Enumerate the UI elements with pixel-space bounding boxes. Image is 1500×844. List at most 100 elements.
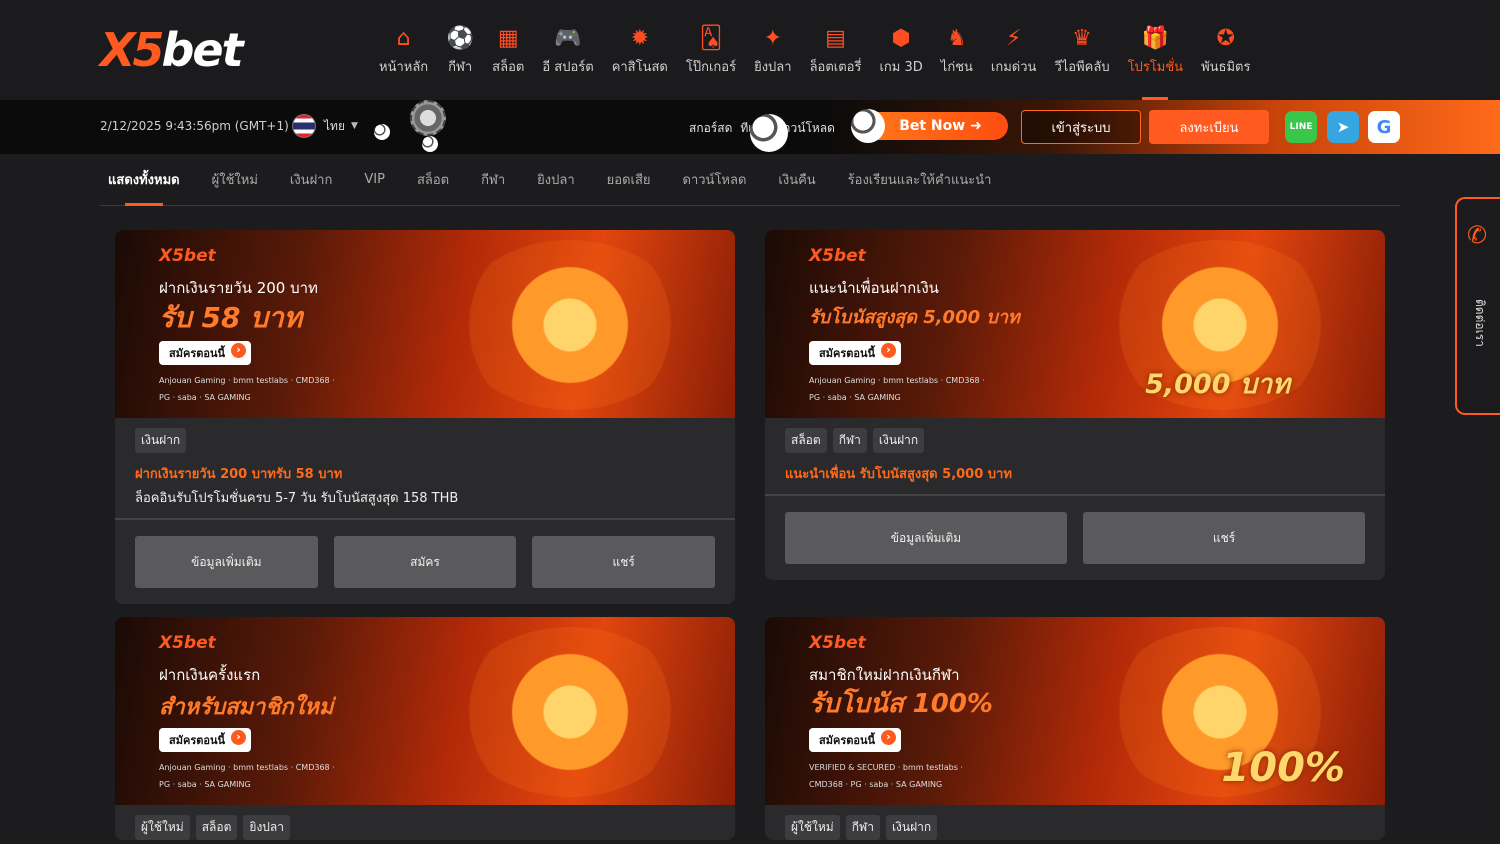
promo-tag: กีฬา: [845, 815, 880, 840]
promo-title: แนะนำเพื่อน รับโบนัสสูงสุด 5,000 บาท: [785, 467, 1012, 482]
banner-amount: 5,000 บาท: [1145, 369, 1290, 400]
more-info-button[interactable]: ข้อมูลเพิ่มเติม: [135, 536, 318, 588]
share-button[interactable]: แชร์: [1083, 512, 1365, 564]
banner-signup-cta[interactable]: สมัครตอนนี้: [809, 728, 902, 752]
poker-chip-decoration: [410, 100, 446, 136]
promo-title: ฝากเงินรายวัน 200 บาทรับ 58 บาท: [135, 467, 343, 482]
category-tab[interactable]: กีฬา: [481, 154, 505, 206]
promo-banner[interactable]: X5bet แนะนำเพื่อนฝากเงิน รับโบนัสสูงสุด …: [765, 230, 1385, 418]
promo-tags: สล็อต กีฬา เงินฝาก: [765, 418, 1385, 453]
nav-item-gamepad[interactable]: 🎮 อี สปอร์ต: [542, 24, 593, 77]
cube-icon: ⬢: [891, 25, 911, 51]
nav-item-home[interactable]: ⌂ หน้าหลัก: [379, 24, 428, 77]
category-tab[interactable]: แสดงทั้งหมด: [108, 154, 180, 206]
promo-description: ล็อคอินรับโปรโมชั่นครบ 5-7 วัน รับโบนัสส…: [135, 491, 459, 506]
promo-banner[interactable]: X5bet ฝากเงินครั้งแรก สำหรับสมาชิกใหม่ ส…: [115, 617, 735, 805]
promo-card: X5bet ฝากเงินรายวัน 200 บาท รับ 58 บาท ส…: [115, 230, 735, 604]
nav-item-cards[interactable]: 🂡 โป๊กเกอร์: [686, 24, 736, 77]
google-icon[interactable]: G: [1368, 111, 1400, 143]
promo-tags: เงินฝาก: [115, 418, 735, 453]
bet-now-button[interactable]: Bet Now ➜: [851, 109, 1008, 143]
slot-machine-icon: ▦: [497, 25, 519, 51]
nav-item-label: เกมด่วน: [990, 60, 1037, 75]
category-tab[interactable]: เงินคืน: [778, 154, 815, 206]
more-info-button[interactable]: ข้อมูลเพิ่มเติม: [785, 512, 1067, 564]
promo-card: X5bet แนะนำเพื่อนฝากเงิน รับโบนัสสูงสุด …: [765, 230, 1385, 580]
promo-tags: ผู้ใช้ใหม่ สล็อต ยิงปลา: [115, 805, 735, 840]
nav-item-label: อี สปอร์ต: [542, 60, 594, 75]
share-button[interactable]: แชร์: [532, 536, 716, 588]
category-tab[interactable]: ยอดเสีย: [607, 154, 651, 206]
home-icon: ⌂: [396, 25, 411, 51]
category-tab[interactable]: ร้องเรียนและให้คำแนะนำ: [848, 154, 992, 206]
nav-item-crown[interactable]: ♛ วีไอพีคลับ: [1054, 24, 1109, 77]
nav-item-label: เกม 3D: [879, 60, 923, 75]
promotion-category-tabs: แสดงทั้งหมด ผู้ใช้ใหม่ เงินฝาก VIP สล็อต กีฬา…: [100, 154, 1400, 206]
soccer-ball-icon: [851, 109, 885, 143]
promo-card: X5bet สมาชิกใหม่ฝากเงินกีฬา รับโบนัส 100…: [765, 617, 1385, 840]
category-tab[interactable]: VIP: [364, 154, 385, 206]
telegram-icon[interactable]: ➤: [1327, 111, 1359, 143]
thai-flag-icon: [292, 114, 316, 138]
register-button[interactable]: ลงทะเบียน: [1149, 110, 1269, 144]
line-icon[interactable]: LINE: [1285, 111, 1317, 143]
nav-item-rooster[interactable]: ♞ ไก่ชน: [941, 24, 973, 77]
nav-item-casino-chip[interactable]: ✹ คาสิโนสด: [612, 24, 668, 77]
nav-item-partner[interactable]: ✪ พันธมิตร: [1201, 24, 1250, 77]
gift-icon: 🎁: [1141, 25, 1170, 51]
nav-item-label: คาสิโนสด: [611, 60, 668, 75]
nav-item-label: โป๊กเกอร์: [685, 60, 737, 75]
current-datetime: 2/12/2025 9:43:56pm (GMT+1): [100, 119, 289, 133]
banner-artwork: [455, 627, 685, 797]
nav-item-gift[interactable]: 🎁 โปรโมชั่น: [1128, 24, 1183, 77]
partner-logos: Anjouan Gaming · bmm testlabs · CMD368 ·…: [159, 376, 335, 402]
nav-item-label: หน้าหลัก: [379, 60, 429, 75]
partner-logos: Anjouan Gaming · bmm testlabs · CMD368 ·…: [809, 376, 985, 402]
promo-tag: ผู้ใช้ใหม่: [135, 815, 190, 840]
category-tab[interactable]: ยิงปลา: [537, 154, 574, 206]
nav-item-lottery[interactable]: ▤ ล็อตเตอรี่: [810, 24, 862, 77]
login-button[interactable]: เข้าสู่ระบบ: [1021, 110, 1141, 144]
banner-signup-cta[interactable]: สมัครตอนนี้: [809, 341, 902, 365]
promo-banner[interactable]: X5bet ฝากเงินรายวัน 200 บาท รับ 58 บาท ส…: [115, 230, 735, 418]
partner-logos: Anjouan Gaming · bmm testlabs · CMD368 ·…: [159, 763, 335, 789]
nav-item-label: ล็อตเตอรี่: [809, 60, 862, 75]
promo-banner[interactable]: X5bet สมาชิกใหม่ฝากเงินกีฬา รับโบนัส 100…: [765, 617, 1385, 805]
main-menu: ⌂ หน้าหลัก ⚽ กีฬา ▦ สล็อต 🎮 อี สปอร์ต ✹ คาสิโนสด 🂡…: [370, 24, 1259, 77]
nav-item-label: ยิงปลา: [754, 60, 792, 75]
partner-logos: VERIFIED & SECURED · bmm testlabs · CMD3…: [809, 763, 963, 789]
nav-item-lightning[interactable]: ⚡ เกมด่วน: [991, 24, 1037, 77]
nav-item-label: พันธมิตร: [1201, 60, 1251, 75]
promo-tag: เงินฝาก: [885, 815, 938, 840]
nav-item-label: ไก่ชน: [940, 60, 973, 75]
category-tab[interactable]: สล็อต: [417, 154, 449, 206]
fish-icon: ✦: [763, 25, 783, 51]
phone-icon: ✆: [1467, 221, 1488, 249]
promo-tag: เงินฝาก: [872, 428, 925, 453]
rooster-icon: ♞: [946, 25, 967, 51]
promo-tags: ผู้ใช้ใหม่ กีฬา เงินฝาก: [765, 805, 1385, 840]
language-selector[interactable]: ไทย ▼: [292, 114, 358, 138]
x5bet-logo[interactable]: X5 bet: [100, 22, 290, 78]
partner-icon: ✪: [1216, 25, 1235, 51]
casino-chip-icon: ✹: [630, 25, 649, 51]
promo-actions: ข้อมูลเพิ่มเติม สมัคร แชร์: [115, 520, 735, 604]
banner-signup-cta[interactable]: สมัครตอนนี้: [159, 728, 252, 752]
promo-tag: สล็อต: [785, 428, 827, 453]
banner-logo: X5bet: [809, 246, 866, 266]
banner-artwork: [455, 240, 685, 410]
category-tab[interactable]: ผู้ใช้ใหม่: [212, 154, 258, 206]
contact-side-tab[interactable]: ✆ ติดต่อเรา: [1455, 197, 1500, 415]
link-live-score[interactable]: สกอร์สด: [689, 119, 732, 138]
category-tab[interactable]: เงินฝาก: [290, 154, 332, 206]
banner-signup-cta[interactable]: สมัครตอนนี้: [159, 341, 252, 365]
nav-item-cube[interactable]: ⬢ เกม 3D: [879, 24, 922, 77]
promo-card: X5bet ฝากเงินครั้งแรก สำหรับสมาชิกใหม่ ส…: [115, 617, 735, 840]
promo-tag: ยิงปลา: [243, 815, 291, 840]
crown-icon: ♛: [1072, 25, 1092, 51]
nav-item-fish[interactable]: ✦ ยิงปลา: [754, 24, 791, 77]
nav-item-soccer-ball[interactable]: ⚽ กีฬา: [446, 24, 474, 77]
nav-item-slot-machine[interactable]: ▦ สล็อต: [492, 24, 524, 77]
apply-button[interactable]: สมัคร: [333, 536, 517, 588]
category-tab[interactable]: ดาวน์โหลด: [683, 154, 747, 206]
